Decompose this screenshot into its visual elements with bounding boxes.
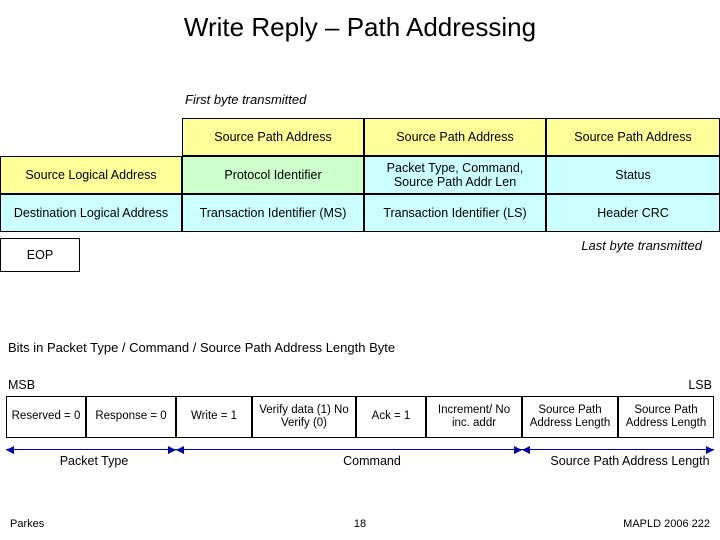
packet-cell: Source Path Address [182, 118, 364, 156]
bit-cell-spal-lo: Source Path Address Length [618, 396, 714, 438]
packet-cell: Source Path Address [546, 118, 720, 156]
lsb-label: LSB [688, 378, 712, 392]
bit-cell-increment: Increment/ No inc. addr [426, 396, 522, 438]
footer-conference: MAPLD 2006 222 [623, 518, 710, 530]
packet-cell: Source Logical Address [0, 156, 182, 194]
packet-cell: Packet Type, Command, Source Path Addr L… [364, 156, 546, 194]
packet-cell: Header CRC [546, 194, 720, 232]
arrow-command [176, 449, 522, 450]
page-title: Write Reply – Path Addressing [0, 0, 720, 47]
bits-section-title: Bits in Packet Type / Command / Source P… [8, 340, 395, 355]
arrow-packet-type [6, 449, 176, 450]
bit-cell-reserved: Reserved = 0 [6, 396, 86, 438]
bit-cell-ack: Ack = 1 [356, 396, 426, 438]
arrow-spal [522, 449, 714, 450]
packet-cell: Status [546, 156, 720, 194]
packet-row-2: Destination Logical Address Transaction … [0, 194, 720, 232]
packet-cell: Transaction Identifier (MS) [182, 194, 364, 232]
packet-cell: Destination Logical Address [0, 194, 182, 232]
msb-label: MSB [8, 378, 35, 392]
packet-cell: Protocol Identifier [182, 156, 364, 194]
packet-cell: Transaction Identifier (LS) [364, 194, 546, 232]
group-label-spal: Source Path Address Length [540, 454, 720, 468]
bit-cell-spal-hi: Source Path Address Length [522, 396, 618, 438]
group-label-packet-type: Packet Type [34, 454, 154, 468]
eop-cell: EOP [0, 238, 80, 272]
footer-page-number: 18 [0, 518, 720, 530]
packet-cell-empty [0, 118, 182, 156]
packet-cell: Source Path Address [364, 118, 546, 156]
last-byte-label: Last byte transmitted [581, 238, 702, 253]
packet-row-1: Source Logical Address Protocol Identifi… [0, 156, 720, 194]
group-label-command: Command [312, 454, 432, 468]
bit-cell-response: Response = 0 [86, 396, 176, 438]
bit-fields-table: Reserved = 0 Response = 0 Write = 1 Veri… [6, 396, 714, 438]
bit-cell-verify: Verify data (1) No Verify (0) [252, 396, 356, 438]
first-byte-label: First byte transmitted [185, 92, 306, 107]
bit-cell-write: Write = 1 [176, 396, 252, 438]
packet-row-0: Source Path Address Source Path Address … [0, 118, 720, 156]
